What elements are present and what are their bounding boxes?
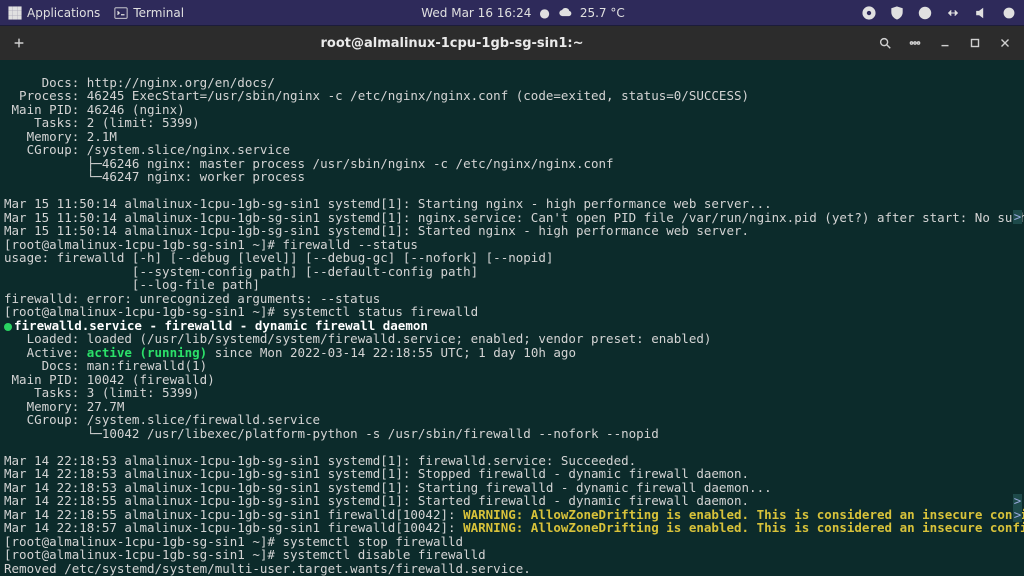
power-icon[interactable] xyxy=(1002,6,1016,20)
term-line: └─10042 /usr/libexec/platform-python -s … xyxy=(4,426,659,441)
line-overflow-indicator: > xyxy=(1013,210,1022,224)
terminal-icon xyxy=(114,6,128,20)
panel-datetime[interactable]: Wed Mar 16 16:24 xyxy=(421,6,531,20)
new-tab-button[interactable] xyxy=(6,30,32,56)
maximize-icon xyxy=(968,36,982,50)
terminal-titlebar: root@almalinux-1cpu-1gb-sg-sin1:~ xyxy=(0,26,1024,60)
shield-icon[interactable] xyxy=(890,6,904,20)
apps-grid-icon xyxy=(8,6,22,20)
close-button[interactable] xyxy=(992,30,1018,56)
line-overflow-indicator: > xyxy=(1013,508,1022,522)
network-icon[interactable] xyxy=(946,6,960,20)
term-line: └─46247 nginx: worker process xyxy=(4,169,305,184)
close-icon xyxy=(998,36,1012,50)
status-dot-icon xyxy=(4,323,12,331)
menu-button[interactable] xyxy=(902,30,928,56)
minimize-icon xyxy=(938,36,952,50)
panel-weather-temp[interactable]: 25.7 °C xyxy=(580,6,625,20)
taskbar-terminal[interactable]: Terminal xyxy=(114,6,184,20)
applications-menu[interactable]: Applications xyxy=(8,6,100,20)
warning-text: WARNING: AllowZoneDrifting is enabled. T… xyxy=(463,520,1024,535)
line-overflow-indicator: > xyxy=(1013,494,1022,508)
taskbar-terminal-label: Terminal xyxy=(133,6,184,20)
maximize-button[interactable] xyxy=(962,30,988,56)
terminal-output[interactable]: Docs: http://nginx.org/en/docs/ Process:… xyxy=(0,60,1024,576)
search-icon xyxy=(878,36,892,50)
cloud-icon xyxy=(558,6,572,20)
applications-label: Applications xyxy=(27,6,100,20)
kebab-icon xyxy=(908,36,922,50)
chrome-icon[interactable] xyxy=(862,6,876,20)
search-button[interactable] xyxy=(872,30,898,56)
term-line: since Mon 2022-03-14 22:18:55 UTC; 1 day… xyxy=(207,345,576,360)
window-title: root@almalinux-1cpu-1gb-sg-sin1:~ xyxy=(38,36,866,51)
plus-icon xyxy=(12,36,26,50)
desktop-top-panel: Applications Terminal Wed Mar 16 16:24 ●… xyxy=(0,0,1024,26)
minimize-button[interactable] xyxy=(932,30,958,56)
volume-icon[interactable] xyxy=(974,6,988,20)
accessibility-icon[interactable] xyxy=(918,6,932,20)
panel-weather-dot: ● xyxy=(539,6,549,20)
